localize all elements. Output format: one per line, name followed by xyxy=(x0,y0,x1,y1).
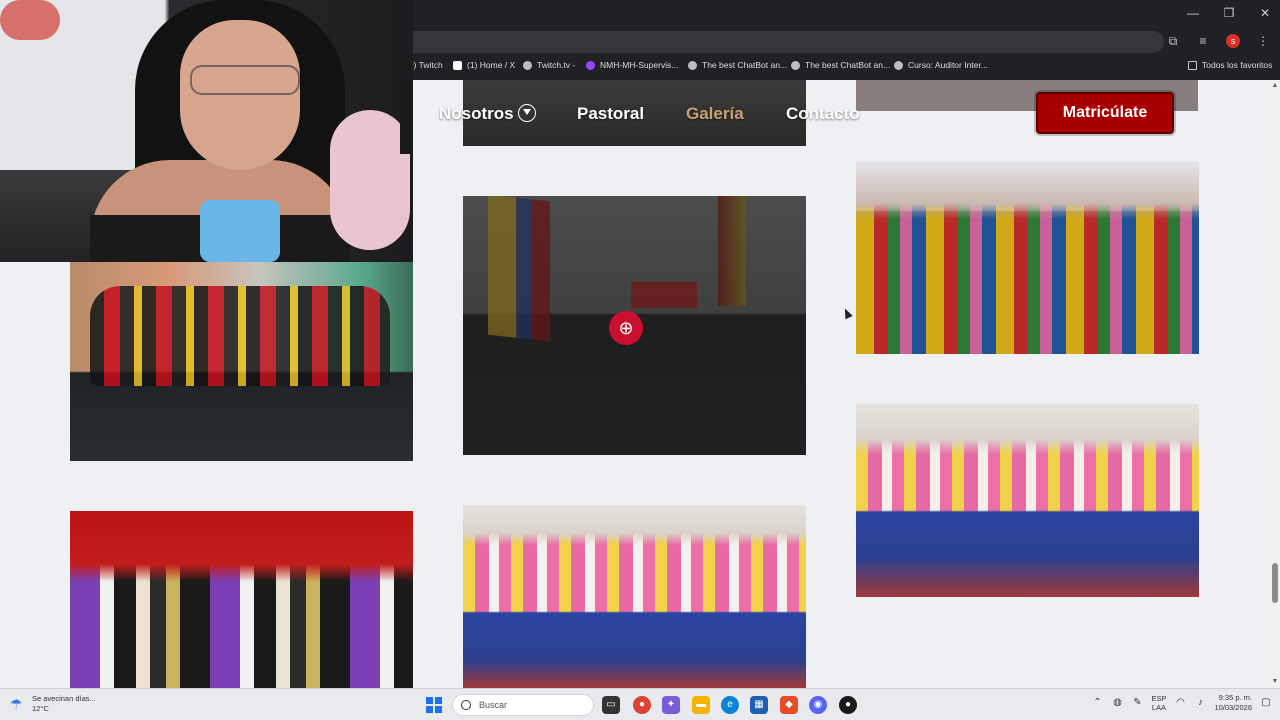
bookmark-label: Curso: Auditor Inter... xyxy=(908,60,988,70)
x-icon xyxy=(453,60,462,70)
nav-pastoral[interactable]: Pastoral xyxy=(577,104,644,124)
photo-content xyxy=(856,211,1199,354)
taskbar-search[interactable]: Buscar xyxy=(452,694,594,716)
gallery-photo-folk-dancers[interactable] xyxy=(463,505,806,688)
app-icon[interactable]: ◆ xyxy=(780,696,798,714)
clock[interactable]: 9:35 p. m. 10/03/2026 xyxy=(1214,693,1252,713)
webcam-overlay xyxy=(0,0,413,262)
task-view-icon[interactable]: ▭ xyxy=(602,696,620,714)
webcam-person xyxy=(190,65,300,95)
system-tray: ⌃ ◍ ✎ ESP LAA ◠ ♪ 9:35 p. m. 10/03/2026 … xyxy=(1091,693,1272,713)
clock-time: 9:35 p. m. xyxy=(1218,693,1252,702)
weather-text: Se avecinan días... xyxy=(32,694,96,703)
bookmark-label: NMH-MH-Supervis... xyxy=(600,60,679,70)
app-icon[interactable]: ● xyxy=(839,696,857,714)
bookmark-label: Twitch.tv - xyxy=(537,60,576,70)
webcam-object xyxy=(200,200,280,262)
webcam-person xyxy=(180,20,300,170)
bookmark-item[interactable]: Twitch.tv - xyxy=(523,60,575,70)
chatgpt-icon xyxy=(791,60,800,70)
scroll-up-icon[interactable]: ▲ xyxy=(1271,82,1279,90)
scrollbar-thumb[interactable] xyxy=(1272,563,1278,603)
webcam-object xyxy=(330,110,410,250)
folder-icon xyxy=(1188,60,1197,70)
search-icon xyxy=(461,700,471,710)
minimize-icon[interactable]: — xyxy=(1186,6,1200,20)
nav-contacto[interactable]: Contacto xyxy=(786,104,860,124)
site-icon xyxy=(586,60,595,70)
volume-icon[interactable]: ♪ xyxy=(1194,697,1206,709)
restore-icon[interactable]: ❐ xyxy=(1222,6,1236,20)
chevron-up-icon[interactable]: ⌃ xyxy=(1091,697,1103,709)
twitch-icon xyxy=(523,60,532,70)
pen-icon[interactable]: ✎ xyxy=(1131,697,1143,709)
extensions-icon[interactable]: ⧉ xyxy=(1166,34,1180,48)
address-bar[interactable] xyxy=(400,31,1164,53)
file-explorer-icon[interactable]: ▬ xyxy=(692,696,710,714)
bookmark-label: The best ChatBot an... xyxy=(702,60,788,70)
weather-temp: 12°C xyxy=(32,704,49,713)
windows-taskbar: ☂ Se avecinan días... 12°C Buscar ▭ ● ✦ … xyxy=(0,688,1280,720)
wifi-icon[interactable]: ◠ xyxy=(1174,697,1186,709)
copilot-icon[interactable]: ✦ xyxy=(662,696,680,714)
media-controls-icon[interactable]: ≡ xyxy=(1196,34,1210,48)
bookmark-item[interactable]: NMH-MH-Supervis... xyxy=(586,60,678,70)
close-icon[interactable]: ✕ xyxy=(1258,6,1272,20)
browser-toolbar: ⧉ ≡ s ⋮ xyxy=(1166,34,1270,48)
scroll-down-icon[interactable]: ▼ xyxy=(1271,678,1279,686)
gallery-photo-costumes[interactable] xyxy=(70,511,413,688)
weather-icon: ☂ xyxy=(10,696,23,712)
notification-icon[interactable]: ▢ xyxy=(1260,697,1272,709)
bookmarks-folder[interactable]: Todos los favoritos xyxy=(1188,60,1272,70)
weather-widget[interactable]: ☂ Se avecinan días... 12°C xyxy=(10,694,96,714)
site-icon xyxy=(894,60,903,70)
gallery-photo-dancers[interactable] xyxy=(70,261,413,461)
bookmark-item[interactable]: The best ChatBot an... xyxy=(791,60,890,70)
bookmark-item[interactable]: (1) Home / X xyxy=(453,60,515,70)
edge-icon[interactable]: e xyxy=(721,696,739,714)
webcam-background xyxy=(0,0,60,40)
discord-icon[interactable]: ◉ xyxy=(809,696,827,714)
chatgpt-icon xyxy=(688,60,697,70)
language-line: ESP xyxy=(1151,694,1167,703)
chevron-down-icon xyxy=(517,103,536,122)
nav-nosotros[interactable]: Nosotros xyxy=(439,103,536,124)
bookmarks-folder-label: Todos los favoritos xyxy=(1202,60,1273,70)
mouse-cursor xyxy=(841,306,853,320)
site-navbar: Nosotros Pastoral Galería Contacto Matri… xyxy=(413,80,1270,146)
chrome-icon[interactable]: ● xyxy=(633,696,651,714)
language-indicator[interactable]: ESP LAA xyxy=(1151,694,1166,712)
store-icon[interactable]: ▦ xyxy=(750,696,768,714)
clock-date: 10/03/2026 xyxy=(1214,703,1252,712)
gallery-photo-flag-ceremony[interactable]: ⊕ xyxy=(463,196,806,455)
photo-content xyxy=(90,286,390,386)
gallery-photo-carnival[interactable] xyxy=(856,161,1199,354)
windows-start-icon[interactable] xyxy=(426,697,442,713)
bookmark-label: The best ChatBot an... xyxy=(805,60,891,70)
bookmark-label: (1) Home / X xyxy=(467,60,516,70)
zoom-in-icon[interactable]: ⊕ xyxy=(609,311,643,345)
nav-galeria[interactable]: Galería xyxy=(686,104,744,124)
search-placeholder: Buscar xyxy=(479,700,508,710)
webcam-edge xyxy=(400,80,413,154)
window-controls: — ❐ ✕ xyxy=(1186,6,1272,20)
nav-label: Nosotros xyxy=(439,104,514,123)
bookmark-item[interactable]: The best ChatBot an... xyxy=(688,60,787,70)
language-line: LAA xyxy=(1151,703,1167,712)
profile-avatar[interactable]: s xyxy=(1226,34,1240,48)
gallery-photo-folk-dancers[interactable] xyxy=(856,404,1199,597)
enroll-button[interactable]: Matricúlate xyxy=(1036,92,1174,134)
network-icon[interactable]: ◍ xyxy=(1111,697,1123,709)
more-menu-icon[interactable]: ⋮ xyxy=(1256,34,1270,48)
bookmark-item[interactable]: Curso: Auditor Inter... xyxy=(894,60,988,70)
